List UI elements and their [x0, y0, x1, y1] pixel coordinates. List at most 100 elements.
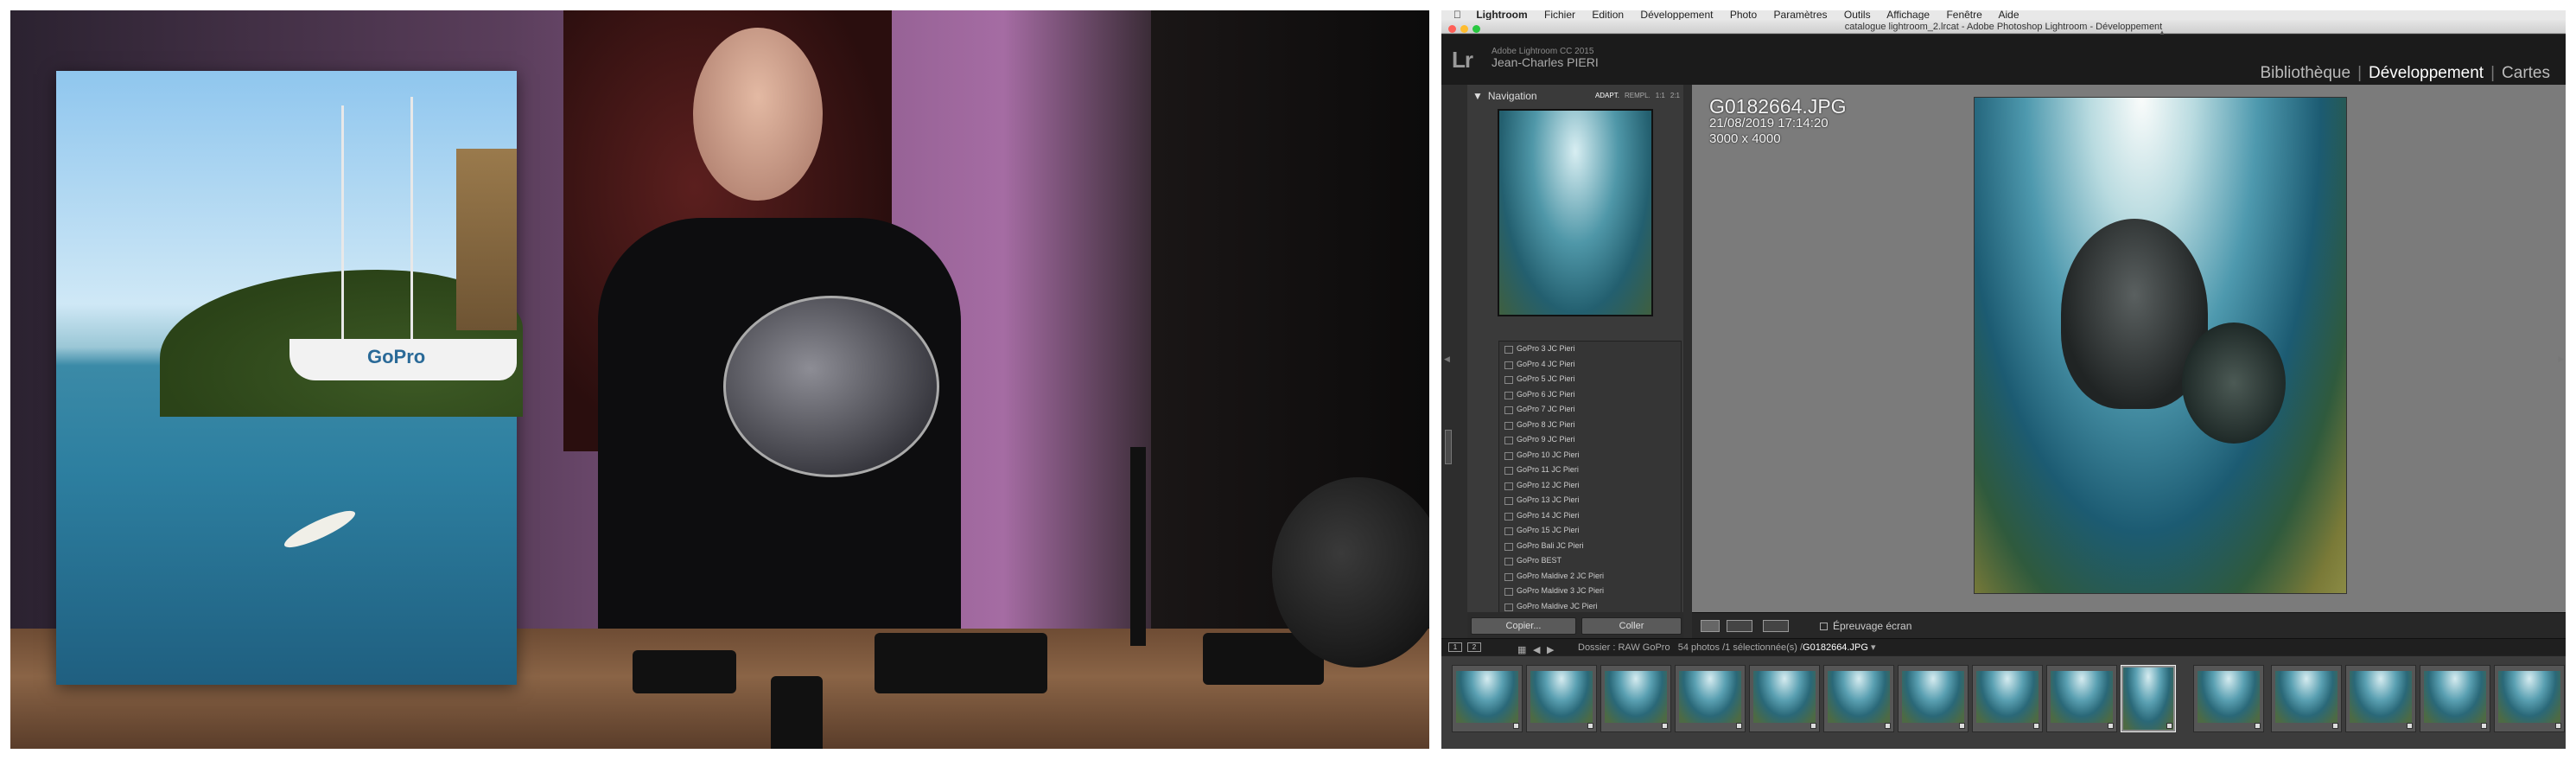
- left-panel-toggle-icon[interactable]: ◀: [1444, 354, 1450, 364]
- source-folder: Dossier : RAW GoPro: [1578, 642, 1670, 653]
- edit-badge-icon: [2033, 723, 2039, 729]
- close-window-button[interactable]: [1448, 25, 1456, 33]
- thumb-image: [1605, 671, 1667, 723]
- module-separator: |: [2357, 64, 2362, 82]
- zoom-1-1[interactable]: 1:1: [1656, 92, 1665, 99]
- collection-item[interactable]: GoPro 11 JC Pieri: [1499, 463, 1681, 478]
- window-title: catalogue lightroom_2.lrcat - Adobe Phot…: [1844, 22, 2163, 32]
- filmstrip-thumb[interactable]: [2046, 665, 2117, 732]
- collection-item[interactable]: GoPro Bali JC Pieri: [1499, 539, 1681, 554]
- collection-item[interactable]: GoPro BEST: [1499, 553, 1681, 569]
- collections-items: GoPro 3 JC Pieri GoPro 4 JC Pieri GoPro 5 …: [1499, 342, 1681, 614]
- identity-text: Adobe Lightroom CC 2015 Jean-Charles PIE…: [1492, 47, 1599, 68]
- filmstrip-source[interactable]: Dossier : RAW GoPro 54 photos /1 sélecti…: [1578, 639, 1875, 656]
- collection-item[interactable]: GoPro 4 JC Pieri: [1499, 357, 1681, 373]
- filmstrip-thumb[interactable]: [2494, 665, 2565, 732]
- filmstrip-thumb[interactable]: [1972, 665, 2043, 732]
- copy-paste-bar: Copier... Coller: [1467, 612, 1683, 638]
- secondary-monitor-icon[interactable]: 2: [1467, 642, 1481, 652]
- video-frame: GoPro: [10, 10, 1429, 749]
- copy-button[interactable]: Copier...: [1471, 617, 1576, 635]
- collection-item[interactable]: GoPro 8 JC Pieri: [1499, 418, 1681, 433]
- disclosure-triangle-icon[interactable]: ▼: [1472, 90, 1483, 102]
- zoom-2-1[interactable]: 2:1: [1670, 92, 1680, 99]
- filmstrip-thumb[interactable]: [2420, 665, 2490, 732]
- collection-item[interactable]: GoPro 14 JC Pieri: [1499, 508, 1681, 524]
- edit-badge-icon: [1959, 723, 1965, 729]
- gear-item: [875, 633, 1047, 693]
- presenter-head: [693, 28, 823, 201]
- filmstrip-thumb[interactable]: [1823, 665, 1894, 732]
- collection-item[interactable]: GoPro 13 JC Pieri: [1499, 493, 1681, 508]
- dome-port: [723, 296, 939, 477]
- thumb-image: [1976, 671, 2039, 723]
- filmstrip-thumb[interactable]: [2345, 665, 2416, 732]
- overlay-photo: GoPro: [56, 71, 523, 685]
- module-develop[interactable]: Développement: [2369, 64, 2484, 82]
- tripod-pole: [1130, 447, 1146, 646]
- thumb-image: [2498, 671, 2560, 723]
- collection-item[interactable]: GoPro Maldive 3 JC Pieri: [1499, 584, 1681, 599]
- collection-item[interactable]: GoPro 12 JC Pieri: [1499, 478, 1681, 494]
- filmstrip-thumb[interactable]: [1452, 665, 1523, 732]
- module-separator: |: [2490, 64, 2496, 82]
- primary-monitor-icon[interactable]: 1: [1448, 642, 1462, 652]
- module-picker: Bibliothèque | Développement | Cartes: [2260, 64, 2550, 83]
- navigator-header[interactable]: ▼ Navigation ADAPT. REMPL. 1:1 2:1: [1467, 88, 1683, 104]
- edit-badge-icon: [2108, 723, 2114, 729]
- filmstrip-thumb[interactable]: [1675, 665, 1746, 732]
- before-after-icon[interactable]: [1727, 620, 1752, 632]
- loupe-view-icon[interactable]: [1701, 620, 1720, 632]
- thumb-image: [2123, 667, 2173, 730]
- filmstrip-thumb[interactable]: [1898, 665, 1969, 732]
- identity-plate: Lr Adobe Lightroom CC 2015 Jean-Charles …: [1441, 35, 2566, 85]
- collection-item[interactable]: GoPro 6 JC Pieri: [1499, 387, 1681, 403]
- window-titlebar: catalogue lightroom_2.lrcat - Adobe Phot…: [1441, 20, 2566, 34]
- left-scroll-handle[interactable]: [1445, 430, 1452, 464]
- photo-mast: [341, 105, 344, 339]
- zoom-fill[interactable]: REMPL.: [1625, 92, 1651, 99]
- navigator-preview[interactable]: [1498, 109, 1653, 316]
- module-maps[interactable]: Cartes: [2502, 64, 2550, 82]
- edit-badge-icon: [2555, 723, 2561, 729]
- zoom-fit[interactable]: ADAPT.: [1595, 92, 1619, 99]
- collection-item[interactable]: GoPro 5 JC Pieri: [1499, 372, 1681, 387]
- thumb-image: [1902, 671, 1964, 723]
- zoom-options: ADAPT. REMPL. 1:1 2:1: [1590, 88, 1680, 104]
- mac-menubar:  Lightroom Fichier Edition Développemen…: [1441, 10, 2566, 20]
- filmstrip-thumb-selected[interactable]: [2121, 665, 2176, 732]
- left-panel: ▼ Navigation ADAPT. REMPL. 1:1 2:1 GoPro 3 J…: [1467, 85, 1683, 638]
- edit-badge-icon: [2407, 723, 2413, 729]
- gear-item: [771, 676, 823, 749]
- edit-badge-icon: [2166, 723, 2172, 729]
- collection-item[interactable]: GoPro 9 JC Pieri: [1499, 432, 1681, 448]
- right-panel-toggle-icon[interactable]: ▶: [2558, 354, 2564, 364]
- collection-item[interactable]: GoPro 7 JC Pieri: [1499, 402, 1681, 418]
- collection-item[interactable]: GoPro 15 JC Pieri: [1499, 523, 1681, 539]
- main-photo[interactable]: [1974, 97, 2347, 594]
- zoom-window-button[interactable]: [1472, 25, 1480, 33]
- photo-info-overlay: G0182664.JPG 21/08/2019 17:14:20 3000 x …: [1709, 97, 1847, 147]
- paste-button[interactable]: Coller: [1581, 617, 1682, 635]
- lightroom-window:  Lightroom Fichier Edition Développemen…: [1441, 10, 2566, 749]
- soft-proof[interactable]: Épreuvage écran: [1820, 620, 1911, 632]
- collection-item[interactable]: GoPro Maldive 2 JC Pieri: [1499, 569, 1681, 584]
- minimize-window-button[interactable]: [1460, 25, 1468, 33]
- collection-item[interactable]: GoPro 10 JC Pieri: [1499, 448, 1681, 463]
- module-library[interactable]: Bibliothèque: [2260, 64, 2350, 82]
- photo-dimensions: 3000 x 4000: [1709, 131, 1781, 146]
- filmstrip-thumb[interactable]: [2193, 665, 2264, 732]
- filmstrip-thumb[interactable]: [1749, 665, 1820, 732]
- soft-proof-checkbox[interactable]: [1820, 623, 1828, 630]
- navigator-title: Navigation: [1487, 90, 1537, 102]
- filmstrip-thumb[interactable]: [1526, 665, 1597, 732]
- filmstrip-thumb[interactable]: [1600, 665, 1671, 732]
- edit-badge-icon: [1662, 723, 1668, 729]
- photo-rock: [456, 149, 517, 330]
- yy-compare-icon[interactable]: [1763, 620, 1789, 632]
- collections-list: GoPro 3 JC Pieri GoPro 4 JC Pieri GoPro 5 …: [1498, 341, 1682, 619]
- thumb-image: [1530, 671, 1593, 723]
- filmstrip-thumb[interactable]: [2271, 665, 2342, 732]
- collection-item[interactable]: GoPro 3 JC Pieri: [1499, 342, 1681, 357]
- thumb-image: [1679, 671, 1741, 723]
